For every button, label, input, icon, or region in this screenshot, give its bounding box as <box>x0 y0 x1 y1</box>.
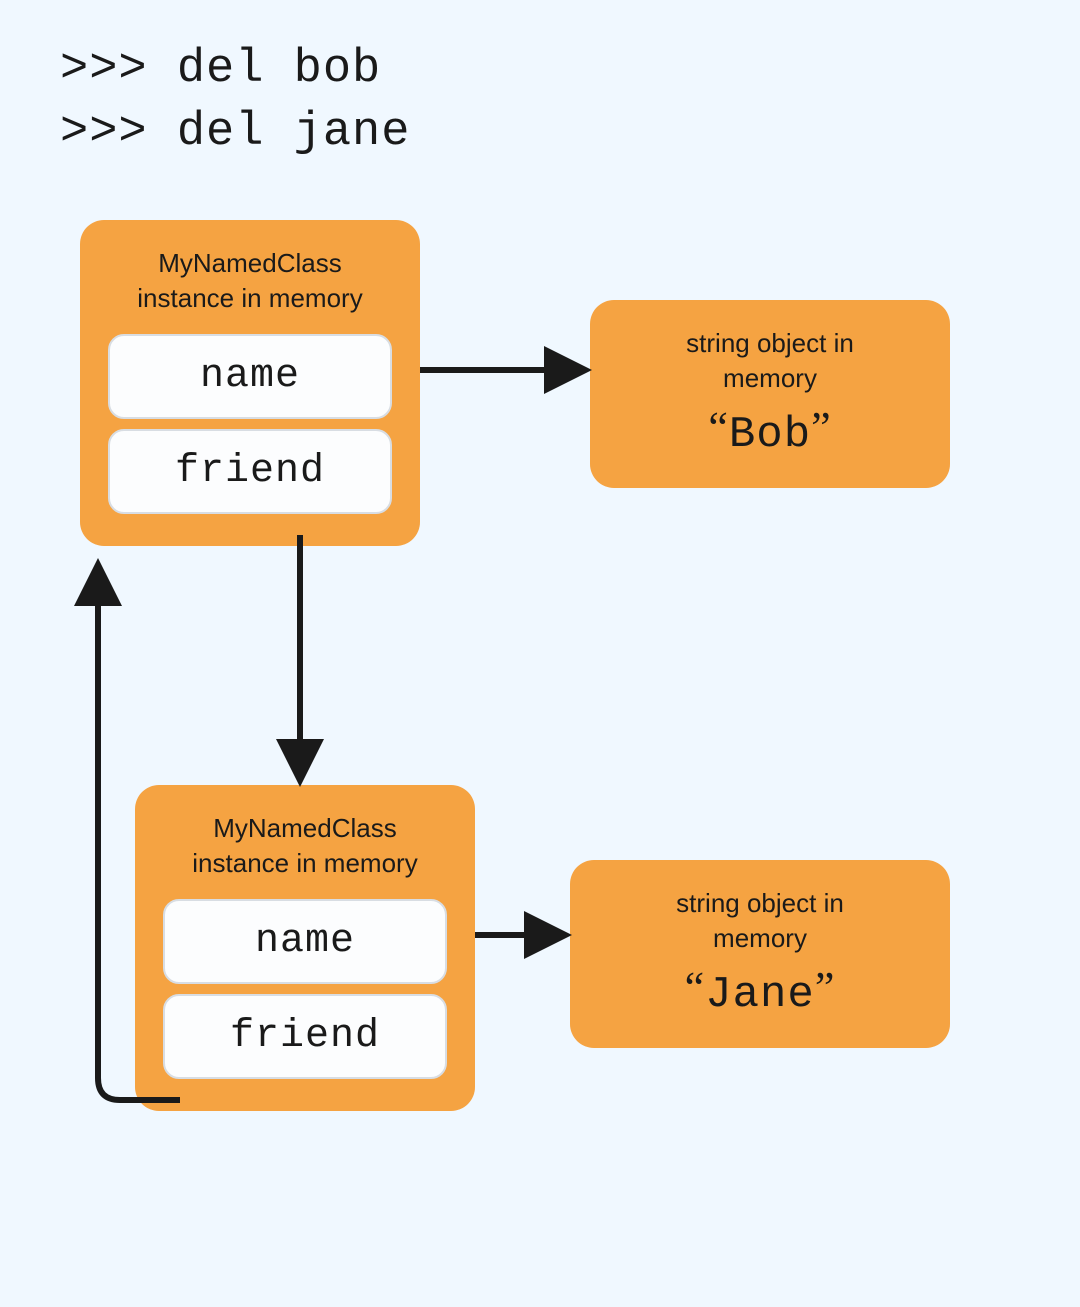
string-value-bob: “Bob” <box>620 402 920 460</box>
string-value-jane: “Jane” <box>600 962 920 1020</box>
code-line-1: >>> del bob <box>60 38 410 101</box>
code-line-2: >>> del jane <box>60 101 410 164</box>
instance-title-2: MyNamedClass instance in memory <box>163 811 447 881</box>
attr-friend-1: friend <box>108 429 392 514</box>
attr-friend-2: friend <box>163 994 447 1079</box>
instance-title-1: MyNamedClass instance in memory <box>108 246 392 316</box>
string-box-bob: string object in memory “Bob” <box>590 300 950 488</box>
string-title-bob: string object in memory <box>620 326 920 396</box>
attr-name-1: name <box>108 334 392 419</box>
string-box-jane: string object in memory “Jane” <box>570 860 950 1048</box>
attr-name-2: name <box>163 899 447 984</box>
instance-box-1: MyNamedClass instance in memory name fri… <box>80 220 420 546</box>
code-block: >>> del bob >>> del jane <box>60 38 410 165</box>
string-title-jane: string object in memory <box>600 886 920 956</box>
instance-box-2: MyNamedClass instance in memory name fri… <box>135 785 475 1111</box>
